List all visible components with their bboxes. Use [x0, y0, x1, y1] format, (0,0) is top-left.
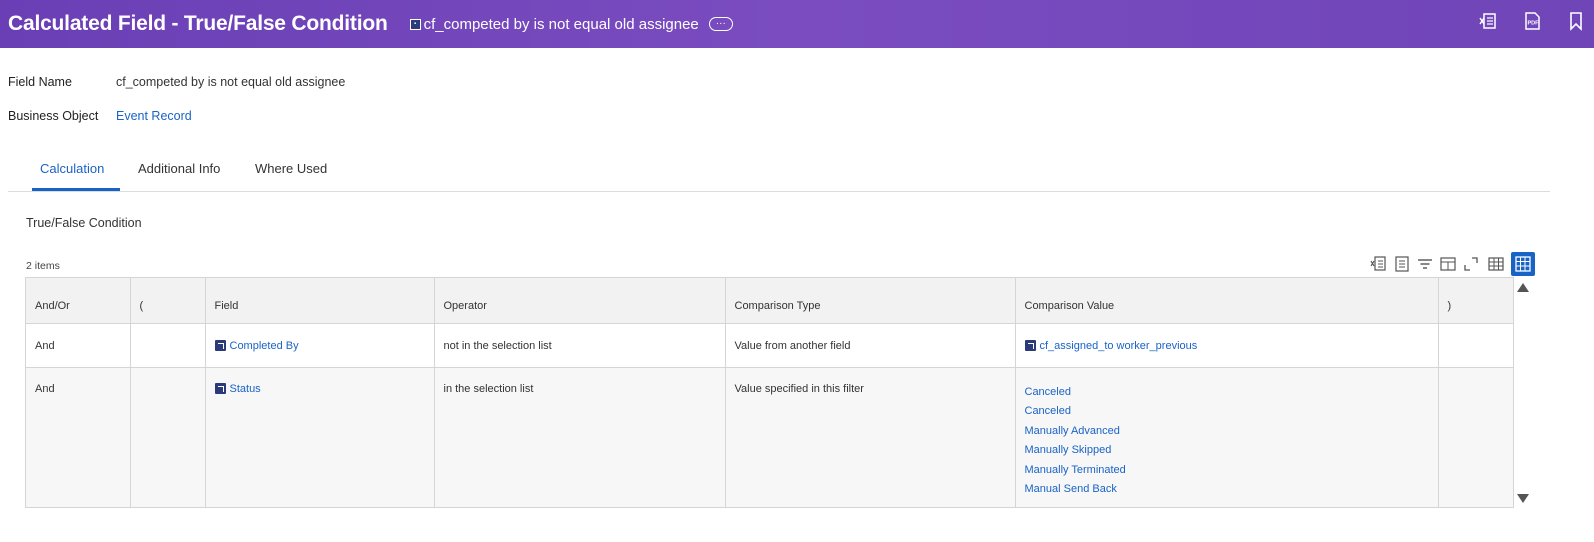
comparison-value-item[interactable]: Canceled: [1025, 383, 1438, 403]
column-header-close-paren[interactable]: ): [1438, 278, 1513, 324]
calculated-field-icon: [1024, 340, 1036, 351]
comparison-value-item[interactable]: Manually Advanced: [1025, 422, 1438, 442]
column-header-field[interactable]: Field: [205, 278, 435, 324]
cell-comparison-type: Value from another field: [725, 323, 1016, 368]
table-view-icon[interactable]: [1484, 252, 1508, 276]
cell-operator: in the selection list: [434, 367, 726, 508]
bookmark-icon[interactable]: [1564, 10, 1588, 32]
related-actions-icon[interactable]: ···: [708, 17, 733, 31]
cell-field: Status: [205, 367, 435, 508]
grid-columns-icon[interactable]: [1392, 252, 1412, 276]
scroll-down-arrow-icon[interactable]: [1517, 494, 1529, 503]
tab-calculation[interactable]: Calculation: [40, 161, 104, 176]
section-title: True/False Condition: [26, 216, 142, 230]
field-name-value: cf_competed by is not equal old assignee: [116, 75, 346, 89]
export-to-pdf-icon[interactable]: PDF: [1520, 10, 1544, 32]
tab-bar: Calculation Additional Info Where Used: [8, 150, 1550, 192]
page-header: Calculated Field - True/False Condition …: [0, 0, 1594, 48]
filter-icon[interactable]: [1415, 252, 1435, 276]
business-object-link[interactable]: Event Record: [116, 109, 192, 123]
field-link[interactable]: Completed By: [214, 340, 299, 352]
comparison-value-item[interactable]: Canceled: [1025, 402, 1438, 422]
column-header-comparison-value[interactable]: Comparison Value: [1015, 278, 1439, 324]
column-header-operator[interactable]: Operator: [434, 278, 726, 324]
column-header-and-or[interactable]: And/Or: [26, 278, 131, 324]
cell-comparison-value: Canceled Canceled Manually Advanced Manu…: [1015, 367, 1439, 508]
grid-export-excel-icon[interactable]: [1369, 252, 1389, 276]
field-name-label: Field Name: [8, 75, 72, 89]
calculated-field-icon: ▪: [409, 18, 421, 30]
cell-field: Completed By: [205, 323, 435, 368]
cell-open-paren: [130, 367, 206, 508]
tab-additional-info[interactable]: Additional Info: [138, 161, 220, 176]
cell-and-or: And: [26, 367, 131, 508]
column-header-comparison-type[interactable]: Comparison Type: [725, 278, 1016, 324]
comparison-field-link[interactable]: cf_assigned_to worker_previous: [1024, 340, 1197, 352]
fullscreen-icon[interactable]: [1461, 252, 1481, 276]
object-name[interactable]: cf_competed by is not equal old assignee: [424, 16, 699, 33]
cell-and-or: And: [26, 323, 131, 368]
grid-toolbar: [1369, 252, 1535, 276]
table-row: And Completed By not in the selection li…: [26, 323, 1513, 368]
condition-grid: And/Or ( Field Operator Comparison Type …: [25, 277, 1514, 508]
field-name-row: Field Name cf_competed by is not equal o…: [8, 75, 345, 89]
scroll-up-arrow-icon[interactable]: [1517, 283, 1529, 292]
header-actions: PDF: [1476, 10, 1588, 32]
export-to-excel-icon[interactable]: [1476, 10, 1500, 32]
cell-comparison-type: Value specified in this filter: [725, 367, 1016, 508]
svg-text:PDF: PDF: [1528, 21, 1540, 27]
field-icon: [214, 340, 226, 351]
cell-operator: not in the selection list: [434, 323, 726, 368]
table-layout-icon[interactable]: [1438, 252, 1458, 276]
field-link[interactable]: Status: [214, 383, 261, 395]
comparison-value-item[interactable]: Manual Send Back: [1025, 480, 1438, 500]
column-header-open-paren[interactable]: (: [130, 278, 206, 324]
cell-open-paren: [130, 323, 206, 368]
comparison-value-item[interactable]: Manually Skipped: [1025, 441, 1438, 461]
items-count: 2 items: [26, 260, 60, 272]
business-object-label: Business Object: [8, 109, 99, 123]
table-row: And Status in the selection list Value s…: [26, 367, 1513, 508]
condition-table: And/Or ( Field Operator Comparison Type …: [26, 278, 1513, 508]
cell-close-paren: [1438, 367, 1513, 508]
business-object-row: Business Object Event Record: [8, 109, 192, 123]
page-title: Calculated Field - True/False Condition: [8, 12, 388, 35]
active-tab-indicator: [32, 188, 120, 191]
tab-where-used[interactable]: Where Used: [255, 161, 327, 176]
field-icon: [214, 383, 226, 394]
comparison-value-list: Canceled Canceled Manually Advanced Manu…: [1025, 383, 1438, 501]
object-chip[interactable]: ▪ cf_competed by is not equal old assign…: [409, 16, 699, 33]
cell-comparison-value: cf_assigned_to worker_previous: [1015, 323, 1439, 368]
table-header-row: And/Or ( Field Operator Comparison Type …: [26, 278, 1513, 324]
cell-close-paren: [1438, 323, 1513, 368]
comparison-value-item[interactable]: Manually Terminated: [1025, 461, 1438, 481]
grid-view-icon[interactable]: [1511, 252, 1535, 276]
